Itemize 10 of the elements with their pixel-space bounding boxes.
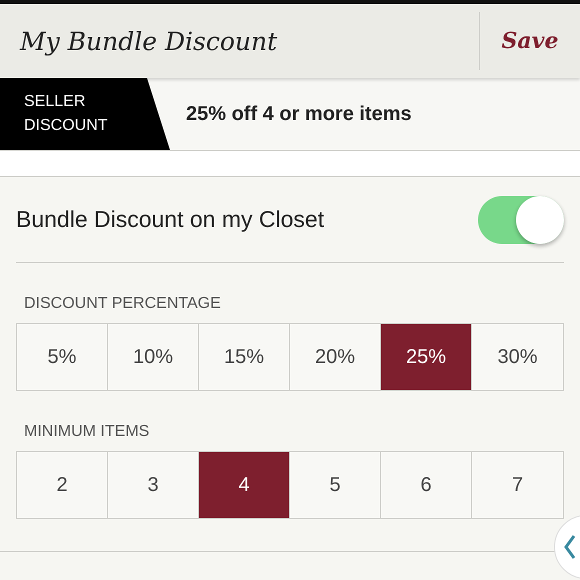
toggle-label: Bundle Discount on my Closet	[16, 206, 324, 233]
option-button[interactable]: 25%	[381, 324, 472, 390]
section-label: DISCOUNT PERCENTAGE	[23, 294, 222, 314]
seller-discount-badge: SELLER DISCOUNT	[0, 78, 170, 150]
toggle-switch[interactable]	[478, 196, 564, 244]
option-button[interactable]: 4	[199, 452, 290, 518]
save-button[interactable]: Save	[480, 4, 580, 78]
section-label: MINIMUM ITEMS	[23, 422, 150, 442]
discount-summary: 25% off 4 or more items	[185, 102, 412, 126]
screen-title: My Bundle Discount	[18, 26, 278, 56]
